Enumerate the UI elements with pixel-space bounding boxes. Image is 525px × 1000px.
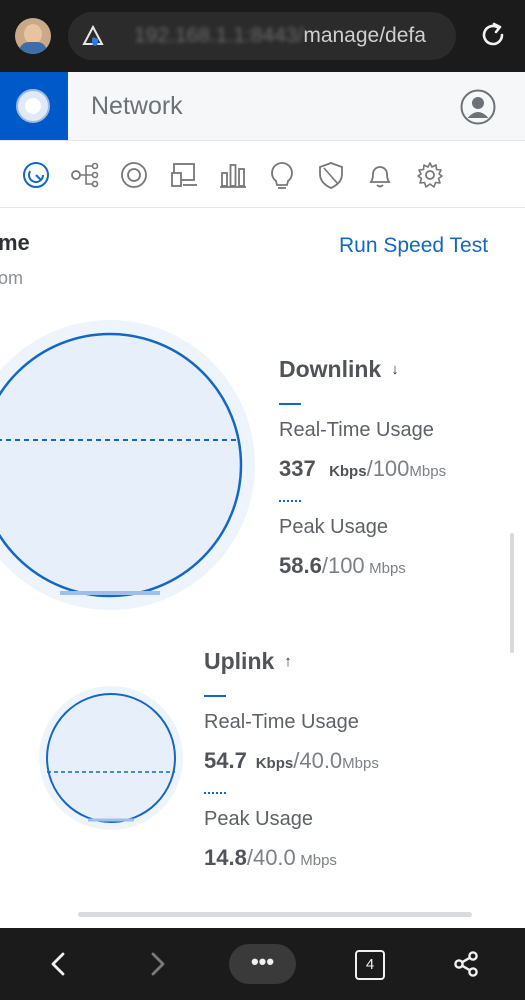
uplink-peak-label: Peak Usage (204, 808, 313, 830)
url-text: 192.168.1.1:8443/manage/defa (134, 12, 444, 60)
uplink-peak-max: 40.0 (252, 845, 296, 870)
downlink-gauge-circle (0, 332, 243, 598)
uplink-realtime-max: 40.0 (299, 748, 343, 773)
alerts-bell-icon[interactable] (365, 160, 395, 190)
uplink-arrow-icon: ↑ (284, 653, 292, 670)
horizontal-scrollbar[interactable] (78, 912, 472, 917)
logo-mark (16, 89, 50, 123)
uplink-peak-max-unit: Mbps (300, 852, 337, 869)
app-title: Network (91, 92, 183, 120)
topology-icon[interactable] (70, 160, 100, 190)
uplink-divider (204, 695, 226, 697)
downlink-realtime-max-unit: Mbps (409, 463, 447, 480)
downlink-realtime-unit: Kbps (329, 463, 367, 480)
uplink-title-text: Uplink (204, 648, 275, 674)
uplink-stats: Uplink ↑ Real-Time Usage 54.7 Kbps/40.0Mb… (204, 648, 379, 871)
downlink-peak-number: 58.6 (279, 553, 322, 578)
uplink-title: Uplink ↑ (204, 648, 379, 675)
downlink-peak-value: 58.6/100 Mbps (279, 553, 406, 578)
downlink-divider (279, 403, 301, 405)
uplink-peak-number: 14.8 (204, 845, 247, 870)
forward-arrow-icon[interactable] (143, 950, 171, 978)
security-shield-icon[interactable] (316, 160, 346, 190)
profile-avatar[interactable] (15, 18, 51, 54)
clients-icon[interactable] (169, 160, 199, 190)
reload-icon[interactable] (478, 20, 508, 50)
downlink-dotted-divider (279, 500, 301, 502)
uplink-realtime-max-unit: Mbps (342, 755, 379, 772)
uplink-peak-value: 14.8/40.0 Mbps (204, 845, 337, 870)
site-security-icon[interactable] (82, 25, 104, 47)
dashboard-icon[interactable] (21, 160, 51, 190)
downlink-realtime-max: 100 (372, 456, 410, 481)
downlink-peak-max: 100 (327, 553, 365, 578)
uplink-dotted-divider (204, 792, 226, 794)
avatar-shirt (19, 42, 47, 54)
downlink-title: Downlink ↓ (279, 356, 446, 383)
url-hidden-part: 192.168.1.1:8443/ (134, 24, 304, 47)
app-logo[interactable] (0, 72, 68, 140)
browser-bottom-bar: ••• 4 (0, 928, 525, 1000)
downlink-arrow-icon: ↓ (391, 361, 399, 378)
uplink-gauge (39, 686, 183, 830)
address-bar[interactable]: 192.168.1.1:8443/manage/defa (68, 12, 456, 60)
browser-toolbar: 192.168.1.1:8443/manage/defa (0, 0, 525, 72)
downlink-peak-label: Peak Usage (279, 516, 388, 538)
uplink-realtime-label: Real-Time Usage (204, 711, 359, 733)
section-subtitle: om (0, 268, 24, 288)
vertical-scrollbar[interactable] (510, 533, 514, 653)
avatar-face (24, 24, 42, 44)
tab-count-button[interactable]: 4 (355, 950, 385, 980)
downlink-title-text: Downlink (279, 356, 382, 382)
uplink-realtime-unit: Kbps (255, 755, 294, 772)
downlink-realtime-number: 337 (279, 456, 316, 481)
settings-gear-icon[interactable] (415, 160, 445, 190)
devices-icon[interactable] (119, 160, 149, 190)
user-account-icon[interactable] (459, 88, 497, 126)
uplink-realtime-number: 54.7 (204, 748, 247, 773)
uplink-realtime-value: 54.7 Kbps/40.0Mbps (204, 748, 379, 773)
section-nav (0, 141, 525, 208)
app-header: Network (0, 72, 525, 141)
downlink-realtime-label: Real-Time Usage (279, 419, 434, 441)
downlink-peak-max-unit: Mbps (369, 560, 406, 577)
run-speed-test-link[interactable]: Run Speed Test (339, 234, 488, 258)
section-title: me (0, 230, 30, 255)
share-icon[interactable] (452, 950, 480, 978)
main-content: me om Run Speed Test Downlink ↓ Real-Time… (0, 208, 525, 928)
more-menu-button[interactable]: ••• (229, 944, 296, 984)
downlink-gauge (0, 320, 255, 610)
downlink-stats: Downlink ↓ Real-Time Usage 337 Kbps/100Mb… (279, 356, 446, 579)
insights-icon[interactable] (267, 160, 297, 190)
statistics-icon[interactable] (218, 160, 248, 190)
uplink-gauge-circle (46, 693, 176, 823)
downlink-realtime-value: 337 Kbps/100Mbps (279, 456, 447, 481)
back-arrow-icon[interactable] (45, 950, 73, 978)
url-visible-part: manage/defa (303, 24, 426, 47)
